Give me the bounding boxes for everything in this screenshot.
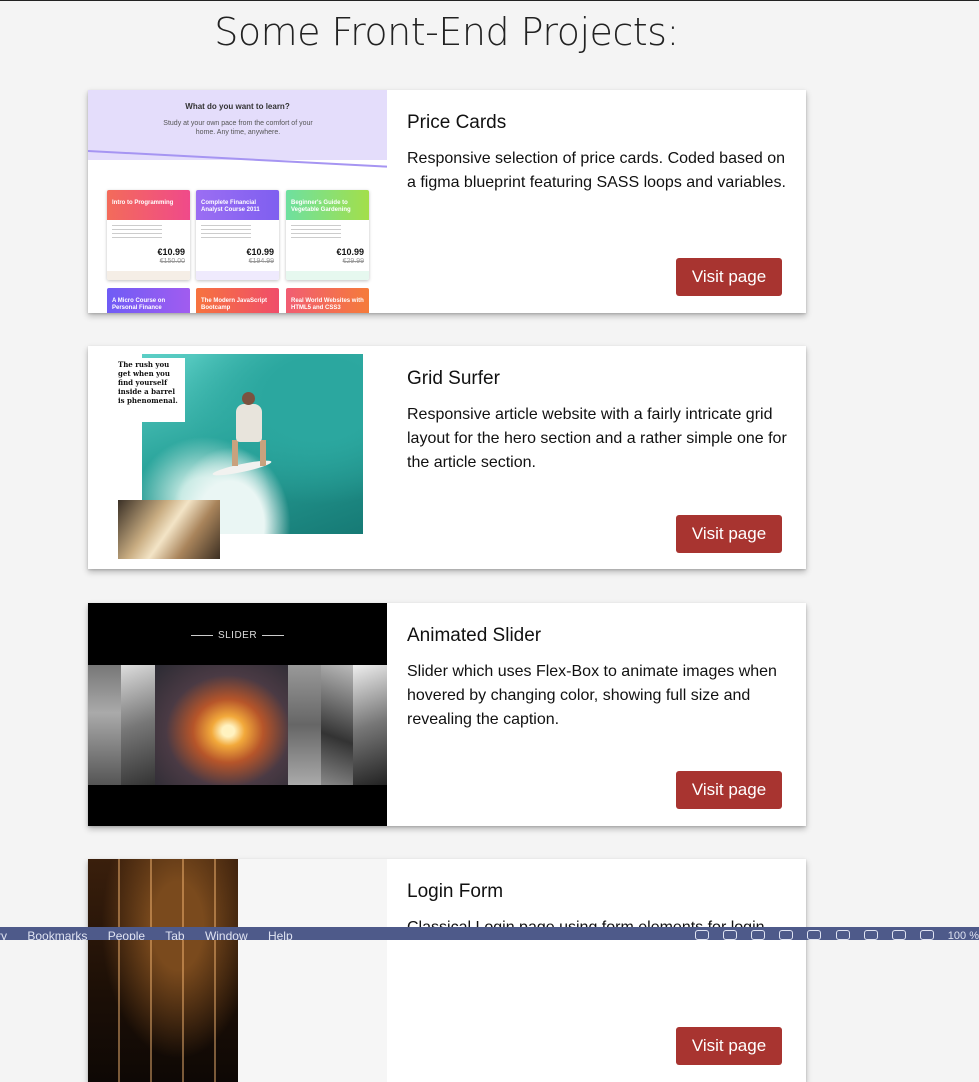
video-icon[interactable] (723, 930, 738, 940)
os-menu-bar: tory Bookmarks People Tab Window Help 10… (0, 927, 979, 940)
mini-price-card: Real World Websites with HTML5 and CSS3 (286, 288, 369, 313)
price-cards-preview-image[interactable]: What do you want to learn? Study at your… (88, 90, 387, 313)
mini-price-card: The Modern JavaScript Bootcamp (196, 288, 279, 313)
card-description: Responsive article website with a fairly… (407, 406, 787, 471)
project-card-price-cards: What do you want to learn? Study at your… (88, 90, 806, 313)
card-title: Price Cards (407, 112, 507, 133)
animated-slider-preview-image[interactable]: SLIDER (88, 603, 387, 826)
volume-icon[interactable] (919, 930, 934, 940)
card-title: Animated Slider (407, 625, 542, 646)
cloud-icon[interactable] (807, 930, 822, 940)
project-card-animated-slider: SLIDER Animated Slider Slider which uses… (88, 603, 806, 826)
login-form-preview-image[interactable] (88, 859, 387, 1082)
menu-item-bookmarks[interactable]: Bookmarks (27, 929, 87, 941)
mini-price-card: Beginner's Guide to Vegetable Gardening … (286, 190, 369, 280)
status-tray: 100 % (684, 930, 979, 940)
menu-item-tab[interactable]: Tab (165, 929, 184, 941)
menu-item-people[interactable]: People (108, 929, 145, 941)
camera-icon[interactable] (695, 930, 710, 940)
mini-price-card: Complete Financial Analyst Course 2011 €… (196, 190, 279, 280)
menu-item-history[interactable]: tory (0, 929, 7, 941)
project-card-grid-surfer: The rush you get when you find yourself … (88, 346, 806, 569)
mini-price-card: Intro to Programming €10.99 €150.00 (107, 190, 190, 280)
visit-page-button[interactable]: Visit page (676, 515, 782, 553)
preview-heading: SLIDER (88, 630, 387, 641)
card-description: Slider which uses Flex-Box to animate im… (407, 663, 777, 728)
screen-icon[interactable] (779, 930, 794, 940)
card-title: Login Form (407, 881, 504, 902)
card-title: Grid Surfer (407, 368, 500, 389)
sync-icon[interactable] (751, 930, 766, 940)
menu-item-window[interactable]: Window (205, 929, 248, 941)
page-title: Some Front-End Projects: (214, 10, 679, 54)
visit-page-button[interactable]: Visit page (676, 771, 782, 809)
bluetooth-icon[interactable] (863, 930, 878, 940)
preview-quote: The rush you get when you find yourself … (110, 358, 185, 422)
preview-subheading: Study at your own pace from the comfort … (163, 120, 313, 136)
battery-percentage[interactable]: 100 % (948, 930, 979, 940)
wave-detail-image (118, 500, 220, 559)
wifi-icon[interactable] (891, 930, 906, 940)
preview-heading: What do you want to learn? (185, 102, 290, 111)
project-card-login-form: Login Form Classical Login page using fo… (88, 859, 806, 1082)
top-border (0, 0, 979, 1)
visit-page-button[interactable]: Visit page (676, 1027, 782, 1065)
mini-price-card: A Micro Course on Personal Finance (107, 288, 190, 313)
menu-item-help[interactable]: Help (268, 929, 293, 941)
slider-featured-image (155, 665, 288, 785)
visit-page-button[interactable]: Visit page (676, 258, 782, 296)
time-machine-icon[interactable] (835, 930, 850, 940)
grid-surfer-preview-image[interactable]: The rush you get when you find yourself … (88, 346, 387, 569)
card-description: Responsive selection of price cards. Cod… (407, 150, 786, 191)
